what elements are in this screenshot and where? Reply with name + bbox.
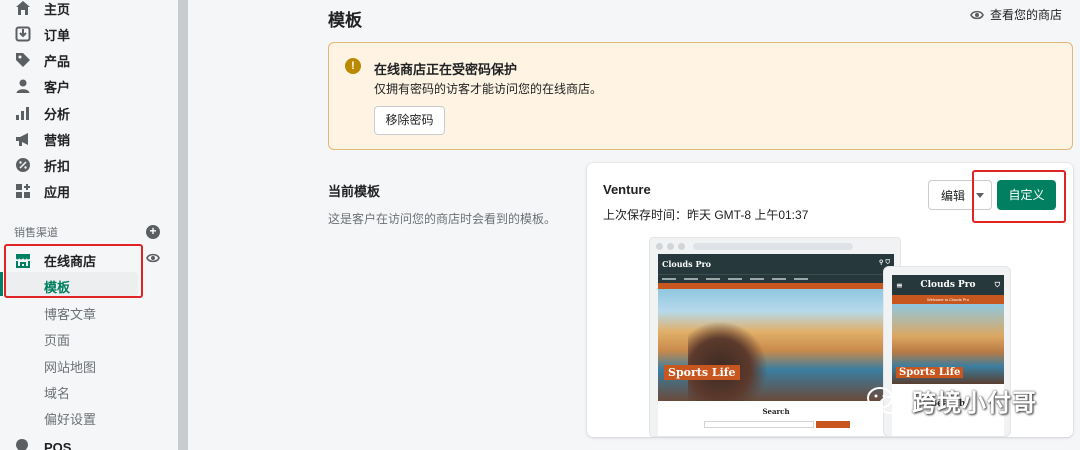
sidebar-sub-item-domains[interactable]: 域名 xyxy=(44,383,70,402)
sidebar-sub-item-preferences[interactable]: 偏好设置 xyxy=(44,409,96,428)
pos-icon xyxy=(14,438,32,450)
watermark-text: 跨境小付哥 xyxy=(912,390,1037,417)
mobile-hero-image: Sports Life xyxy=(892,304,1004,384)
add-channel-button[interactable]: + xyxy=(146,225,160,239)
preview-search-title: Search xyxy=(762,407,790,416)
sidebar-item-label: 主页 xyxy=(44,1,71,17)
sidebar-item-products[interactable]: 产品 xyxy=(14,50,70,70)
password-banner: ! 在线商店正在受密码保护 仅拥有密码的访客才能访问您的在线商店。 移除密码 xyxy=(328,42,1073,150)
sidebar-item-marketing[interactable]: 营销 xyxy=(14,129,70,149)
mobile-welcome-bar: Welcome to Clouds Pro xyxy=(892,295,1004,304)
last-saved: 上次保存时间：昨天 GMT-8 上午01:37 xyxy=(603,208,809,222)
sidebar-item-label: 客户 xyxy=(44,79,71,95)
sidebar-scrollbar[interactable] xyxy=(178,0,188,450)
sidebar-item-label: 订单 xyxy=(44,27,71,43)
mobile-preview-header: ≡ Clouds Pro ⛉ xyxy=(892,275,1004,295)
preview-header: Clouds Pro ⚲ ⛉ xyxy=(658,254,894,274)
current-template-heading: 当前模板 xyxy=(328,184,381,199)
sidebar-sub-item-blog-posts[interactable]: 博客文章 xyxy=(44,304,96,323)
sidebar-item-customers[interactable]: 客户 xyxy=(14,76,70,96)
watermark: 跨境小付哥 xyxy=(866,383,1037,418)
current-template-description: 这是客户在访问您的商店时会看到的模板。 xyxy=(328,212,557,226)
active-indicator xyxy=(0,272,3,296)
sidebar-item-label: 产品 xyxy=(44,53,71,69)
sales-channels-label: 销售渠道 xyxy=(14,227,58,239)
preview-hero-title: Sports Life xyxy=(664,365,740,380)
sidebar-item-pos[interactable]: POS xyxy=(14,438,71,450)
apps-icon xyxy=(14,182,32,200)
orders-icon xyxy=(14,25,32,43)
preview-search-section: Search xyxy=(658,401,894,436)
sidebar: 主页 订单 产品 客户 分析 营销 折扣 应用 销售渠道 + 在线商店 模板 博… xyxy=(0,0,178,450)
bar-chart-icon xyxy=(14,104,32,122)
browser-chrome xyxy=(650,238,900,254)
page-title: 模板 xyxy=(328,11,362,30)
tag-icon xyxy=(14,51,32,69)
sidebar-item-analytics[interactable]: 分析 xyxy=(14,103,70,123)
discount-icon xyxy=(14,156,32,174)
theme-name: Venture xyxy=(603,182,651,197)
sidebar-item-label: 营销 xyxy=(44,132,71,148)
megaphone-icon xyxy=(14,130,32,148)
sidebar-item-orders[interactable]: 订单 xyxy=(14,24,70,44)
sidebar-item-label: 应用 xyxy=(44,184,71,200)
desktop-preview: Clouds Pro ⚲ ⛉ Sports Life Search xyxy=(649,237,901,437)
sidebar-item-label: 分析 xyxy=(44,106,71,122)
sidebar-item-home[interactable]: 主页 xyxy=(14,0,70,18)
eye-icon xyxy=(970,10,984,19)
mobile-hero-title: Sports Life xyxy=(896,367,964,378)
mobile-store-name: Clouds Pro xyxy=(920,280,976,290)
sidebar-item-discounts[interactable]: 折扣 xyxy=(14,155,70,175)
menu-icon: ≡ xyxy=(896,280,903,290)
banner-text: 仅拥有密码的访客才能访问您的在线商店。 xyxy=(374,82,603,96)
view-store-link[interactable]: 查看您的商店 xyxy=(970,6,1062,23)
banner-title: 在线商店正在受密码保护 xyxy=(374,62,518,77)
preview-site: Clouds Pro ⚲ ⛉ Sports Life Search xyxy=(658,254,894,436)
highlight-box-customize xyxy=(972,170,1066,223)
sidebar-item-label: 折扣 xyxy=(44,158,71,174)
sidebar-sub-item-pages[interactable]: 页面 xyxy=(44,330,70,349)
pos-label: POS xyxy=(44,440,72,450)
view-store-label: 查看您的商店 xyxy=(989,8,1062,22)
edit-button-label: 编辑 xyxy=(941,188,966,203)
eye-icon[interactable] xyxy=(146,252,160,267)
wechat-icon xyxy=(867,386,901,414)
sidebar-item-apps[interactable]: 应用 xyxy=(14,181,70,201)
preview-nav xyxy=(658,274,894,283)
preview-store-name: Clouds Pro xyxy=(662,259,712,269)
home-icon xyxy=(14,0,32,17)
highlight-box-sidebar xyxy=(4,244,143,298)
cart-icon: ⛉ xyxy=(994,280,1000,289)
sidebar-sub-item-navigation[interactable]: 网站地图 xyxy=(44,357,96,376)
person-icon xyxy=(14,77,32,95)
remove-password-button[interactable]: 移除密码 xyxy=(374,106,445,135)
warning-icon: ! xyxy=(345,58,361,74)
preview-hero-image: Sports Life xyxy=(658,289,894,401)
